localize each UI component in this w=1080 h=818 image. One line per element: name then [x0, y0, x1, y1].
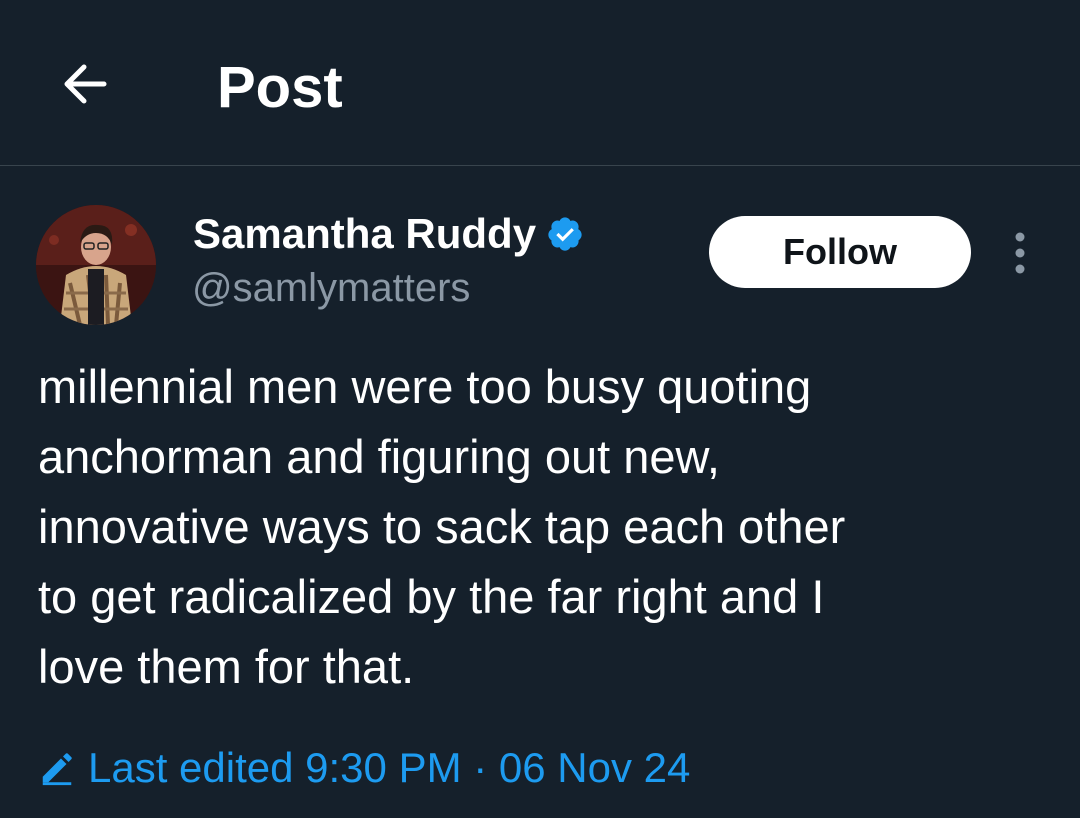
post-text-line: anchorman and figuring out new,: [38, 430, 720, 483]
post-text-line: millennial men were too busy quoting: [38, 360, 812, 413]
edit-history-link[interactable]: Last edited 9:30 PM · 06 Nov 24: [38, 740, 690, 796]
arrow-left-icon: [64, 64, 107, 104]
pencil-icon: [42, 753, 72, 786]
more-options-button[interactable]: [1000, 228, 1040, 278]
page-title: Post: [217, 55, 343, 120]
post-text-line: innovative ways to sack tap each other: [38, 500, 846, 553]
last-edited-text[interactable]: Last edited 9:30 PM · 06 Nov 24: [88, 740, 690, 796]
author-handle[interactable]: @samlymatters: [192, 264, 470, 312]
back-button[interactable]: [52, 52, 116, 116]
author-name-row[interactable]: Samantha Ruddy: [193, 208, 584, 260]
avatar[interactable]: [36, 205, 156, 325]
more-vertical-icon: [1015, 232, 1025, 274]
post-text-line: to get radicalized by the far right and …: [38, 570, 825, 623]
author-name[interactable]: Samantha Ruddy: [193, 208, 536, 260]
avatar-image: [36, 205, 156, 325]
top-app-bar: Post: [0, 0, 1080, 166]
post-body: millennial men were too busy quoting anc…: [38, 352, 1048, 702]
post-text-line: love them for that.: [38, 640, 415, 693]
follow-button[interactable]: Follow: [709, 216, 971, 288]
verified-badge-icon: [548, 217, 582, 251]
